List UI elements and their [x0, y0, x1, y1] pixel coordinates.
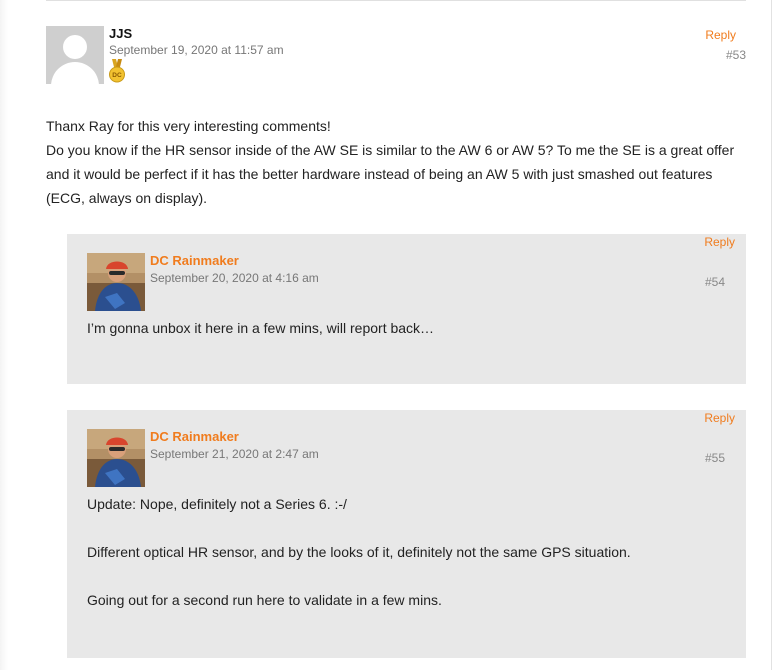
comment-paragraph: Thanx Ray for this very interesting comm…: [46, 118, 331, 134]
comment-paragraph: I’m gonna unbox it here in a few mins, w…: [87, 320, 435, 336]
medal-icon: DC: [109, 59, 125, 83]
reply-button[interactable]: Reply: [704, 411, 735, 425]
comment-paragraph: Do you know if the HR sensor inside of t…: [46, 142, 735, 206]
comment-paragraph: Different optical HR sensor, and by the …: [87, 544, 631, 560]
reply-button[interactable]: Reply: [705, 28, 736, 42]
comment-author-link[interactable]: DC Rainmaker: [150, 253, 239, 268]
comment-number[interactable]: #55: [705, 451, 725, 465]
comment-paragraph: Update: Nope, definitely not a Series 6.…: [87, 496, 347, 512]
comment-body: I’m gonna unbox it here in a few mins, w…: [87, 318, 727, 366]
avatar-head-shape: [63, 35, 87, 59]
cyclist-avatar-icon: [87, 253, 145, 311]
comment-date: September 21, 2020 at 2:47 am: [150, 447, 319, 461]
comment-body: Update: Nope, definitely not a Series 6.…: [87, 494, 727, 638]
page-edge: [0, 0, 8, 670]
comment-author: JJS: [109, 26, 133, 41]
comment-date: September 19, 2020 at 11:57 am: [109, 43, 284, 57]
avatar: [87, 253, 145, 311]
divider: [46, 0, 746, 1]
avatar: [46, 26, 104, 84]
comment-body: Thanx Ray for this very interesting comm…: [46, 114, 746, 210]
avatar-body-shape: [51, 62, 99, 84]
comment-date: September 20, 2020 at 4:16 am: [150, 271, 319, 285]
reply-button[interactable]: Reply: [704, 235, 735, 249]
cyclist-avatar-icon: [87, 429, 145, 487]
comment-author-link[interactable]: DC Rainmaker: [150, 429, 239, 444]
comment-paragraph: Going out for a second run here to valid…: [87, 592, 442, 608]
medal-text: DC: [112, 72, 122, 79]
reply-comment-55: Reply DC Rainmaker September 21, 2020 at…: [67, 410, 746, 658]
reply-comment-54: Reply DC Rainmaker September 20, 2020 at…: [67, 234, 746, 384]
comment-number[interactable]: #54: [705, 275, 725, 289]
avatar: [87, 429, 145, 487]
comment-number[interactable]: #53: [726, 48, 746, 62]
